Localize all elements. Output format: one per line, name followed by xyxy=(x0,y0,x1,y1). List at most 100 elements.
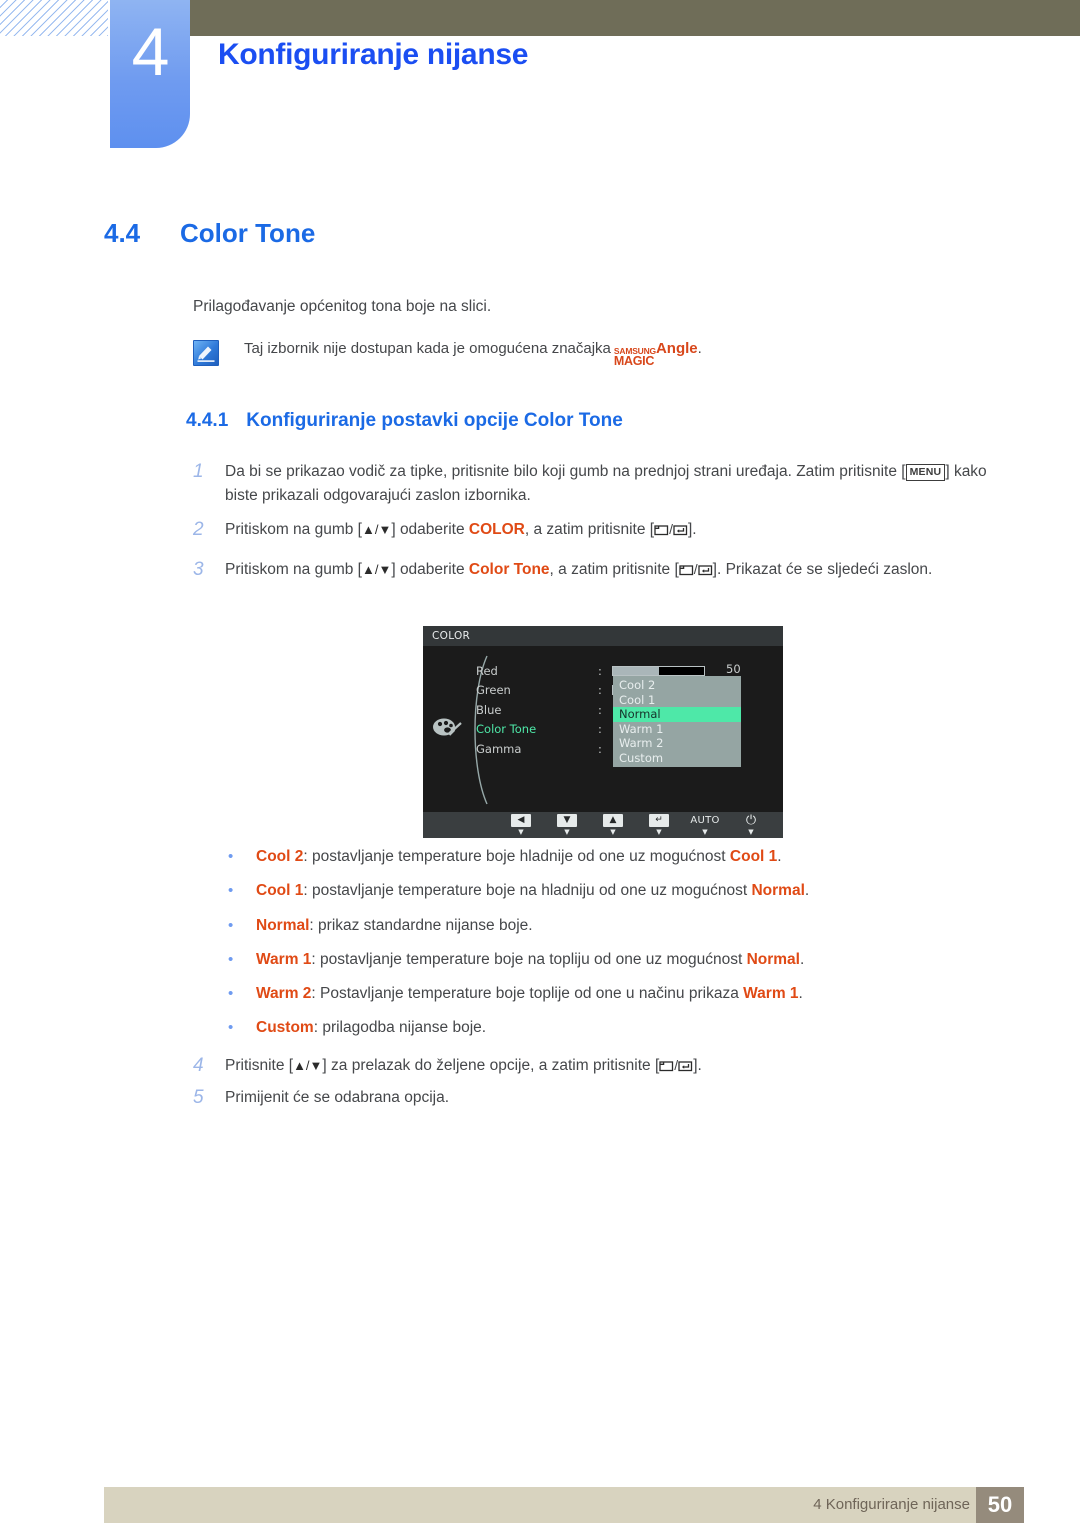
step-index: 4 xyxy=(193,1055,204,1076)
osd-auto-button[interactable]: AUTO ▼ xyxy=(682,814,728,836)
section-intro: Prilagođavanje općenitog tona boje na sl… xyxy=(193,298,492,315)
bullet-term: Normal xyxy=(256,917,310,934)
step-text: ]. Prikazat će se sljedeći zaslon. xyxy=(712,561,933,578)
step-index: 2 xyxy=(193,519,204,540)
osd-title: COLOR xyxy=(423,626,783,646)
magic-logo-bottom: MAGIC xyxy=(613,353,655,368)
bullet-text: prilagodba nijanse boje. xyxy=(322,1019,487,1036)
bullet-text: postavljanje temperature boje na hladnij… xyxy=(312,882,752,899)
tick-marker-icon: ▼ xyxy=(702,828,708,836)
bullet-body: Cool 2: postavljanje temperature boje hl… xyxy=(256,848,782,866)
bullet-marker: • xyxy=(228,917,234,934)
bullet-marker: • xyxy=(228,848,234,865)
bullet-term: Warm 1 xyxy=(256,951,312,968)
up-arrow-icon: ▲ xyxy=(603,814,623,827)
bullet-text-end: . xyxy=(804,882,810,899)
bullet-term-b: Normal xyxy=(751,882,805,899)
step-text: Da bi se prikazao vodič za tipke, pritis… xyxy=(225,463,906,480)
tick-marker-icon: ▼ xyxy=(564,828,570,836)
osd-option-cool-2[interactable]: Cool 2 xyxy=(613,678,741,693)
step-text: ]. xyxy=(693,1057,702,1074)
step-text: Pritiskom na gumb [ xyxy=(225,561,362,578)
step-text: , a zatim pritisnite [ xyxy=(524,521,655,538)
osd-option-normal[interactable]: Normal xyxy=(613,707,741,722)
bullet-sep: : xyxy=(303,882,312,899)
tick-marker-icon: ▼ xyxy=(518,828,524,836)
step-5: 5 Primijenit će se odabrana opcija. xyxy=(193,1086,1023,1111)
note-row: Taj izbornik nije dostupan kada je omogu… xyxy=(193,340,702,367)
bullet-text-end: . xyxy=(799,951,805,968)
bullet-term: Custom xyxy=(256,1019,314,1036)
step-index: 1 xyxy=(193,461,204,482)
bullet-term: Cool 2 xyxy=(256,848,304,865)
down-arrow-icon: ▼ xyxy=(557,814,577,827)
step-text: , a zatim pritisnite [ xyxy=(549,561,679,578)
bullet-sep: : xyxy=(309,917,319,934)
back-enter-icons: / xyxy=(679,561,713,578)
bullet-term: Warm 2 xyxy=(256,985,312,1002)
samsung-magic-logo: SAMSUNG MAGIC xyxy=(614,347,656,367)
osd-slider-red[interactable] xyxy=(612,666,705,676)
osd-up-arrow-button[interactable]: ▲ ▼ xyxy=(590,814,636,836)
osd-down-arrow-button[interactable]: ▼ ▼ xyxy=(544,814,590,836)
back-icon xyxy=(659,1061,674,1072)
bullet-text-end: . xyxy=(798,985,803,1002)
back-enter-icons: / xyxy=(659,1057,693,1074)
back-enter-icons: / xyxy=(654,521,688,538)
step-body: Pritiskom na gumb [▲/▼] odaberite COLOR,… xyxy=(225,518,697,543)
step-text: ] za prelazak do željene opcije, a zatim… xyxy=(322,1057,660,1074)
list-item: • Cool 2: postavljanje temperature boje … xyxy=(228,848,782,866)
osd-enter-button[interactable]: ↵ ▼ xyxy=(636,814,682,836)
step-text: ]. xyxy=(687,521,697,538)
bullet-sep: : xyxy=(303,848,312,865)
subsection-title: Konfiguriranje postavki opcije Color Ton… xyxy=(246,410,623,431)
osd-option-custom[interactable]: Custom xyxy=(613,751,741,766)
list-item: • Normal: prikaz standardne nijanse boje… xyxy=(228,917,533,935)
osd-body: Red Green Blue Color Tone Gamma : : : : … xyxy=(423,646,783,812)
bullet-marker: • xyxy=(228,882,234,899)
osd-option-cool-1[interactable]: Cool 1 xyxy=(613,693,741,708)
step-body: Pritiskom na gumb [▲/▼] odaberite Color … xyxy=(225,558,932,583)
bullet-term: Cool 1 xyxy=(256,882,304,899)
bullet-marker: • xyxy=(228,951,234,968)
osd-option-warm-1[interactable]: Warm 1 xyxy=(613,722,741,737)
osd-label-red: Red xyxy=(476,664,498,678)
tick-marker-icon: ▼ xyxy=(610,828,616,836)
tick-marker-icon: ▼ xyxy=(748,828,754,836)
osd-label-color-tone: Color Tone xyxy=(476,722,537,737)
left-arrow-icon: ◀ xyxy=(511,814,531,827)
bullet-body: Warm 2: Postavljanje temperature boje to… xyxy=(256,985,803,1003)
power-icon: ⏻ xyxy=(745,813,757,828)
bullet-term-b: Warm 1 xyxy=(743,985,799,1002)
auto-label: AUTO xyxy=(690,815,720,826)
bullet-text: Postavljanje temperature boje toplije od… xyxy=(320,985,744,1002)
osd-value-red: 50 xyxy=(726,662,741,676)
bullet-text: postavljanje temperature boje na topliju… xyxy=(320,951,747,968)
keyword-color: COLOR xyxy=(468,521,525,538)
step-1: 1 Da bi se prikazao vodič za tipke, prit… xyxy=(193,460,1023,508)
osd-colons: : : : : : xyxy=(598,662,602,759)
osd-left-arrow-button[interactable]: ◀ ▼ xyxy=(498,814,544,836)
keyword-color-tone: Color Tone xyxy=(468,561,550,578)
bullet-term-b: Normal xyxy=(746,951,800,968)
bullet-sep: : xyxy=(311,985,321,1002)
bullet-body: Cool 1: postavljanje temperature boje na… xyxy=(256,882,809,900)
osd-power-button[interactable]: ⏻ ▼ xyxy=(728,814,774,836)
bullet-body: Normal: prikaz standardne nijanse boje. xyxy=(256,917,533,935)
note-text: Taj izbornik nije dostupan kada je omogu… xyxy=(244,340,702,367)
step-text: ] odaberite xyxy=(391,561,469,578)
bullet-body: Custom: prilagodba nijanse boje. xyxy=(256,1019,486,1037)
osd-option-warm-2[interactable]: Warm 2 xyxy=(613,736,741,751)
up-down-arrow-glyph: ▲/▼ xyxy=(293,1058,323,1073)
step-index: 5 xyxy=(193,1087,204,1108)
osd-menu-screenshot: COLOR Red Green Blue Color Tone Gamma : … xyxy=(423,626,783,838)
footer-chapter-label: 4 Konfiguriranje nijanse xyxy=(813,1496,970,1513)
step-body: Pritisnite [▲/▼] za prelazak do željene … xyxy=(225,1054,702,1079)
decorative-hatch-pattern xyxy=(0,0,108,36)
note-text-before: Taj izbornik nije dostupan kada je omogu… xyxy=(244,340,611,357)
footer-page-number: 50 xyxy=(976,1487,1024,1523)
osd-colon: : xyxy=(598,683,602,698)
osd-color-tone-dropdown[interactable]: Cool 2 Cool 1 Normal Warm 1 Warm 2 Custo… xyxy=(613,676,741,767)
header-olive-bar xyxy=(190,0,1080,36)
step-text: Pritisnite [ xyxy=(225,1057,294,1074)
